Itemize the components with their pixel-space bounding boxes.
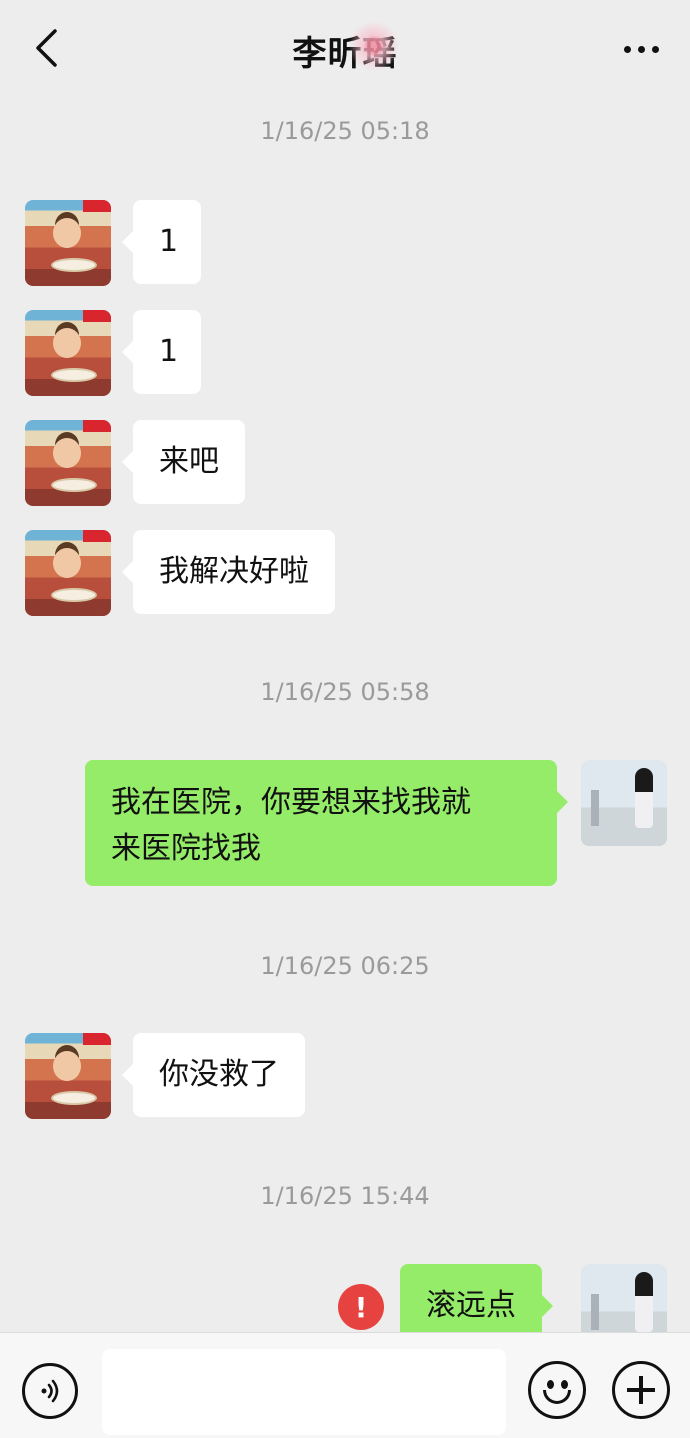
chat-header: 李昕瑶 [0,0,690,100]
chat-title: 李昕瑶 [0,20,690,75]
message-text: 1 [159,334,179,369]
message-bubble-left[interactable]: 来吧 [122,420,245,504]
message-bubble-left[interactable]: 你没救了 [122,1033,305,1117]
message-text: 滚远点 [426,1288,516,1323]
emoji-icon [543,1390,571,1404]
more-dot-icon [651,45,659,53]
message-text: 我解决好啦 [159,554,309,589]
message-bubble-left[interactable]: 1 [122,310,201,394]
message-line: 来医院找我 [111,831,261,866]
more-dot-icon [637,45,645,53]
message-text: 来吧 [159,444,219,479]
contact-avatar[interactable] [25,200,111,286]
input-bar [0,1332,690,1438]
message-bubble-left[interactable]: 我解决好啦 [122,530,335,614]
emoji-icon [561,1380,568,1389]
message-timestamp: 1/16/25 15:44 [260,1182,430,1210]
more-button[interactable] [616,34,666,64]
message-text: 我在医院，你要想来找我就 来医院找我 [111,780,471,872]
contact-avatar[interactable] [25,420,111,506]
more-dot-icon [623,45,631,53]
self-avatar[interactable] [581,760,667,846]
error-icon-symbol: ! [354,1290,368,1324]
sticker-overlay [348,20,399,72]
emoji-button[interactable] [528,1361,586,1419]
message-bubble-right[interactable]: 我在医院，你要想来找我就 来医院找我 [85,760,568,886]
contact-avatar[interactable] [25,530,111,616]
voice-icon [41,1379,59,1403]
emoji-icon [547,1380,554,1389]
plus-button[interactable] [612,1361,670,1419]
message-text: 1 [159,224,179,259]
contact-avatar[interactable] [25,1033,111,1119]
send-failed-error-icon[interactable]: ! [338,1284,384,1330]
message-timestamp: 1/16/25 06:25 [260,952,430,980]
message-timestamp: 1/16/25 05:58 [260,678,430,706]
message-input[interactable] [102,1349,506,1435]
message-text: 你没救了 [159,1057,279,1092]
message-line: 我在医院，你要想来找我就 [111,785,471,820]
voice-button[interactable] [22,1363,78,1419]
message-bubble-left[interactable]: 1 [122,200,201,284]
contact-avatar[interactable] [25,310,111,396]
message-timestamp: 1/16/25 05:18 [260,117,430,145]
